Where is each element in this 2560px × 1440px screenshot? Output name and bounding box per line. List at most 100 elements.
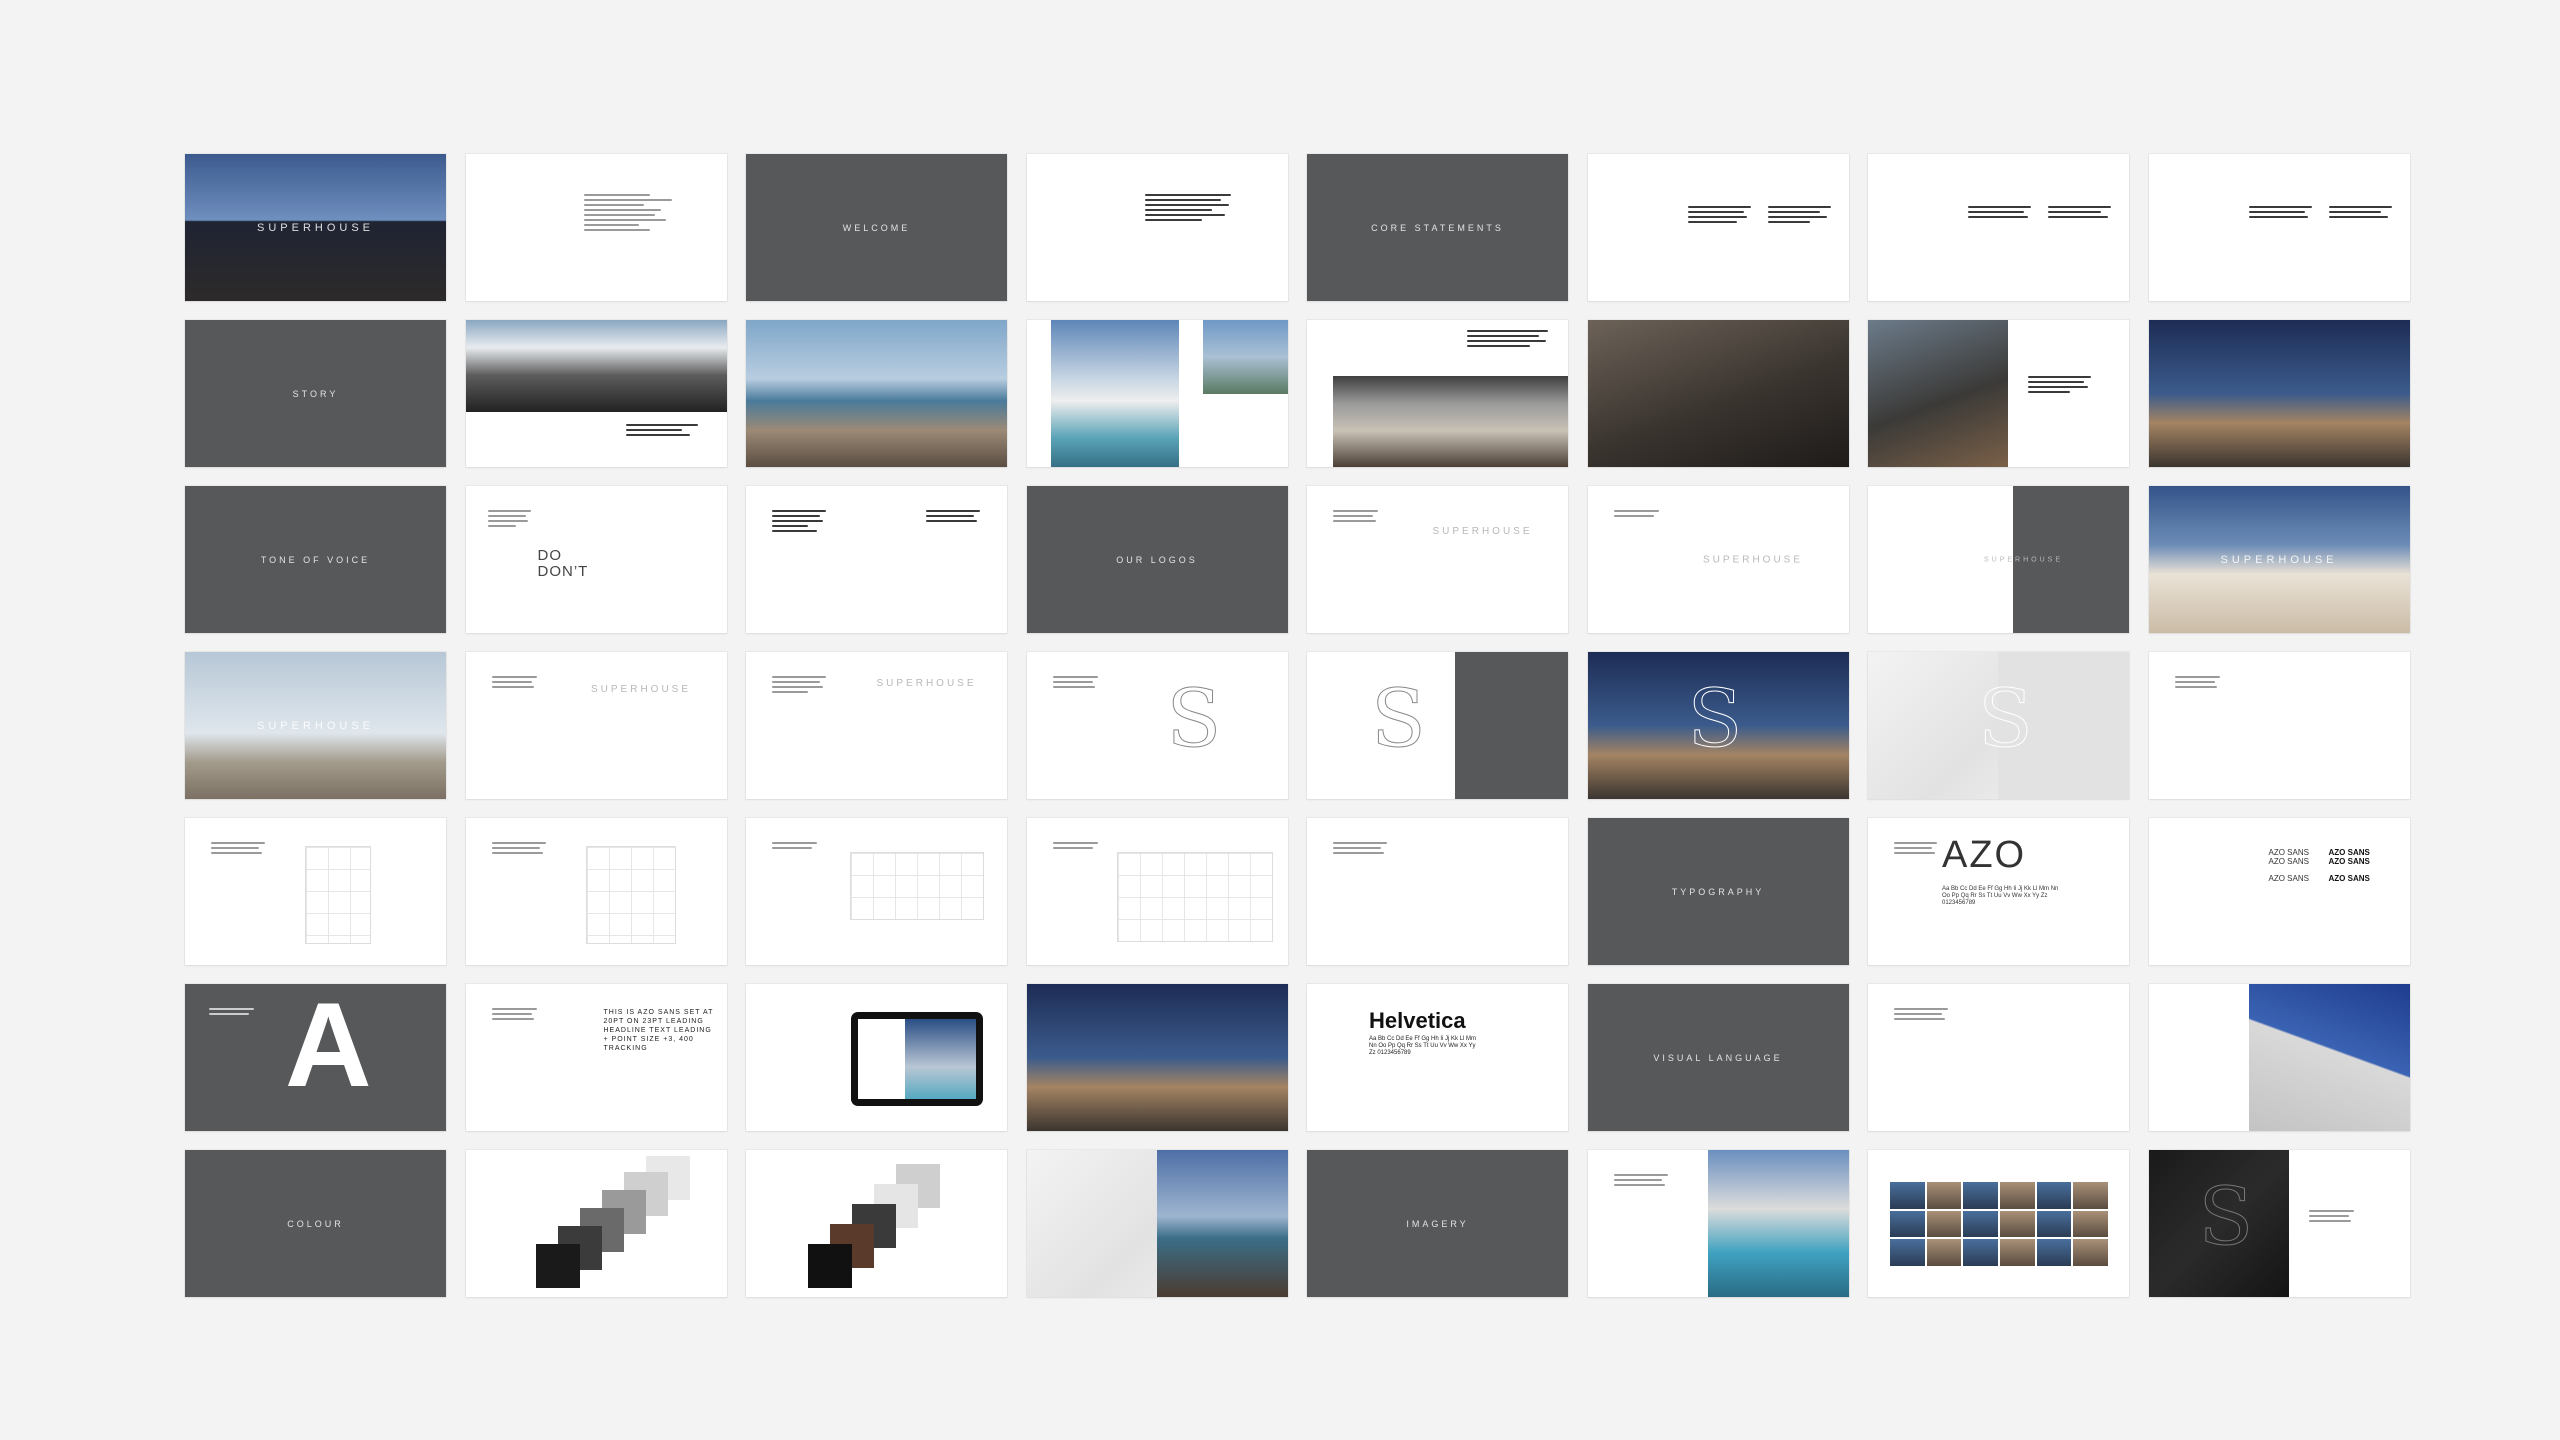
- body-text-left: [2248, 206, 2319, 221]
- slide-our-logos[interactable]: OUR LOGOS: [1026, 486, 1288, 633]
- body-text: [1894, 842, 1942, 857]
- azo-variant: AZO SANS: [2268, 857, 2309, 866]
- slide-logo-primary[interactable]: SUPERHOUSE: [1307, 486, 1568, 633]
- slide-visual-language[interactable]: VISUAL LANGUAGE: [1587, 984, 1849, 1131]
- slide-core-statements-text-2[interactable]: [1868, 154, 2129, 301]
- slide-story-jetty[interactable]: [1307, 320, 1568, 467]
- body-text-right: [2048, 206, 2118, 221]
- grid-diagram: [850, 852, 984, 920]
- slide-symbol-marble[interactable]: S: [1868, 652, 2129, 799]
- slide-core-statements-text[interactable]: [1587, 154, 1849, 301]
- slide-helvetica[interactable]: Helvetica Aa Bb Cc Dd Ee Ff Gg Hh Ii Jj …: [1307, 984, 1568, 1131]
- slide-title: VISUAL LANGUAGE: [1653, 1052, 1783, 1063]
- slide-tone-text[interactable]: [746, 486, 1007, 633]
- architecture-image: [465, 320, 727, 412]
- azo-weights-left: AZO SANS AZO SANS AZO SANS: [2269, 848, 2309, 883]
- slide-visual-language-lines[interactable]: [1868, 984, 2129, 1131]
- slide-tone-of-voice[interactable]: TONE OF VOICE: [185, 486, 446, 633]
- slide-story-lounge[interactable]: [1868, 320, 2129, 467]
- body-text: [772, 842, 822, 852]
- body-text: [1333, 510, 1383, 525]
- body-text: [1894, 1008, 1954, 1023]
- body-text: [1052, 842, 1103, 852]
- slide-logo-white-bg[interactable]: SUPERHOUSE: [1587, 486, 1849, 633]
- slide-title: STORY: [292, 388, 339, 399]
- azo-variant: AZO SANS: [2268, 848, 2309, 857]
- slide-logo-spacing[interactable]: SUPERHOUSE: [465, 652, 727, 799]
- azo-variant: AZO SANS: [2328, 857, 2370, 866]
- slide-title: OUR LOGOS: [1116, 554, 1198, 565]
- body-text: [1333, 842, 1393, 857]
- s-symbol: S: [2198, 1170, 2254, 1264]
- slide-symbol-spacing[interactable]: [2148, 652, 2410, 799]
- slide-story-terrace[interactable]: [746, 320, 1007, 467]
- slide-closing[interactable]: S: [2148, 1150, 2410, 1297]
- body-text-left: [772, 510, 832, 535]
- slide-imagery[interactable]: IMAGERY: [1307, 1150, 1568, 1297]
- slide-imagery-gallery[interactable]: [1868, 1150, 2129, 1297]
- helvetica-sample: Aa Bb Cc Dd Ee Ff Gg Hh Ii Jj Kk Ll Mm N…: [1369, 1036, 1477, 1056]
- slide-core-statements[interactable]: CORE STATEMENTS: [1307, 154, 1568, 301]
- slide-visual-language-photo[interactable]: [2148, 984, 2410, 1131]
- slide-story-pool[interactable]: [1026, 320, 1288, 467]
- slide-colour[interactable]: COLOUR: [185, 1150, 446, 1297]
- contents-list: [583, 194, 694, 234]
- grid-diagram: [585, 846, 676, 944]
- slide-azo-weights[interactable]: AZO SANS AZO SANS AZO SANS AZO SANS AZO …: [2148, 818, 2410, 965]
- slide-logo-vertical[interactable]: SUPERHOUSE: [746, 652, 1007, 799]
- slide-welcome-text[interactable]: [1026, 154, 1288, 301]
- slide-positioning[interactable]: [185, 818, 446, 965]
- slide-letter-a[interactable]: A: [185, 984, 446, 1131]
- tablet-mockup: [851, 1012, 983, 1106]
- body-text: [1467, 330, 1557, 350]
- body-text: [625, 424, 706, 439]
- slide-colour-palette[interactable]: [465, 1150, 727, 1297]
- slide-typography[interactable]: TYPOGRAPHY: [1587, 818, 1849, 965]
- azo-variant: AZO SANS: [2268, 874, 2309, 883]
- logo-wordmark: SUPERHOUSE: [1702, 554, 1803, 565]
- slide-grid-portrait[interactable]: [1026, 818, 1288, 965]
- helvetica-heading: Helvetica: [1369, 1008, 1466, 1033]
- island-image: [1202, 320, 1288, 394]
- slide-logo-on-photo[interactable]: SUPERHOUSE: [2148, 486, 2410, 633]
- logo-wordmark: SUPERHOUSE: [1983, 556, 2063, 563]
- slide-symbol-dark[interactable]: S: [1307, 652, 1568, 799]
- slide-sculpture[interactable]: SUPERHOUSE: [185, 652, 446, 799]
- slide-azo-sans[interactable]: AZO Aa Bb Cc Dd Ee Ff Gg Hh Ii Jj Kk Ll …: [1868, 818, 2129, 965]
- slide-type-hierarchy[interactable]: THIS IS AZO SANS SET AT 20PT ON 23PT LEA…: [465, 984, 727, 1131]
- slide-symbol-photo[interactable]: S: [1587, 652, 1849, 799]
- slide-story-architecture[interactable]: [465, 320, 727, 467]
- body-text-right: [926, 510, 986, 525]
- slide-contents[interactable]: [465, 154, 727, 301]
- slide-core-statements-text-3[interactable]: [2148, 154, 2410, 301]
- type-sample-headline: THIS IS AZO SANS SET AT 20PT ON 23PT LEA…: [603, 1009, 714, 1052]
- slide-story-hallway[interactable]: [2148, 320, 2410, 467]
- slide-title: CORE STATEMENTS: [1371, 222, 1504, 233]
- logo-wordmark: SUPERHOUSE: [1432, 526, 1533, 537]
- slide-title: SUPERHOUSE: [256, 221, 375, 234]
- slide-imagery-pool[interactable]: [1587, 1150, 1849, 1297]
- logo-wordmark: SUPERHOUSE: [2220, 553, 2338, 566]
- slide-grid-landscape[interactable]: [746, 818, 1007, 965]
- slide-cover[interactable]: SUPERHOUSE: [185, 154, 446, 301]
- slide-materials[interactable]: [746, 1150, 1007, 1297]
- slide-symbol-placement[interactable]: [465, 818, 727, 965]
- slide-imagery-intro[interactable]: [1026, 1150, 1288, 1297]
- grid-diagram: [305, 846, 371, 944]
- slide-logo-misuse[interactable]: [1307, 818, 1568, 965]
- body-text: [1052, 676, 1103, 691]
- slide-story[interactable]: STORY: [185, 320, 446, 467]
- slide-logo-on-dark[interactable]: SUPERHOUSE: [1868, 486, 2129, 633]
- body-text: [211, 842, 271, 857]
- slide-do-dont[interactable]: DO DON’T: [465, 486, 727, 633]
- slide-architecture-dusk[interactable]: [1026, 984, 1288, 1131]
- slide-story-interior[interactable]: [1587, 320, 1849, 467]
- material-black: [808, 1244, 852, 1288]
- slide-symbol[interactable]: S: [1026, 652, 1288, 799]
- s-symbol: S: [1978, 672, 2034, 766]
- body-text: [209, 1008, 259, 1018]
- pool-image: [1707, 1150, 1849, 1297]
- slide-welcome[interactable]: WELCOME: [746, 154, 1007, 301]
- body-text: [772, 676, 832, 696]
- slide-tablet-layout[interactable]: [746, 984, 1007, 1131]
